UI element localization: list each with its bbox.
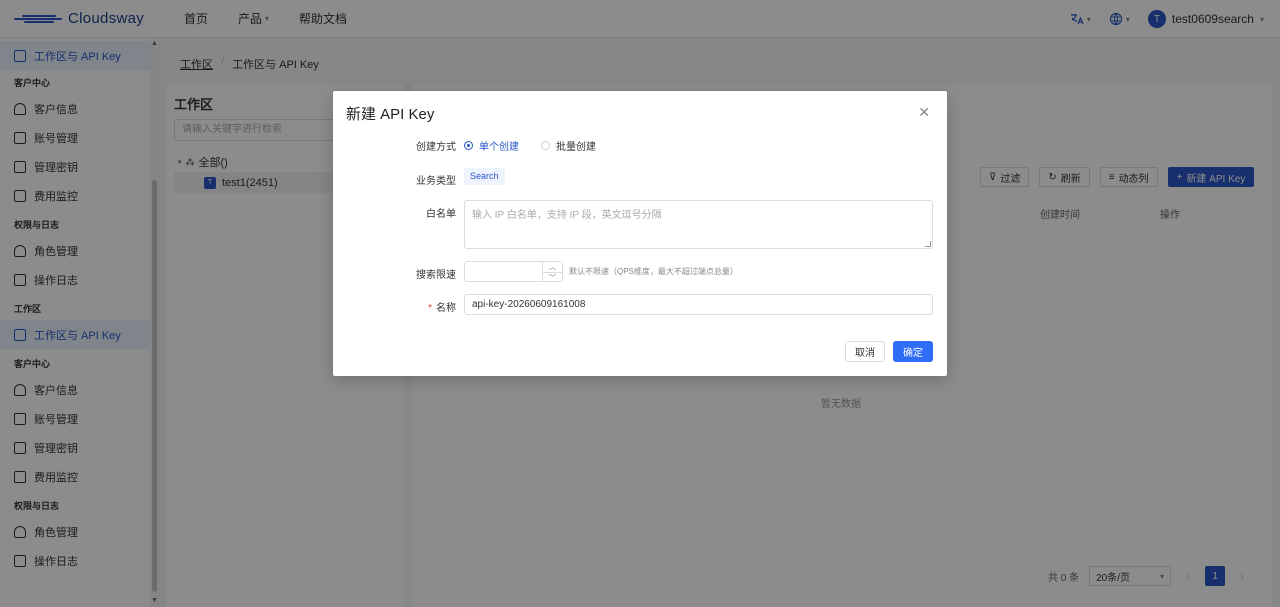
cancel-button[interactable]: 取消 (845, 341, 885, 362)
whitelist-placeholder: 输入 IP 白名单，支持 IP 段，英文逗号分隔 (472, 210, 662, 221)
radio-checked-icon (464, 141, 473, 150)
name-label-text: 名称 (436, 303, 456, 314)
close-icon[interactable]: ✕ (918, 104, 930, 121)
name-input[interactable]: api-key-20260609161008 (464, 294, 933, 315)
whitelist-textarea[interactable]: 输入 IP 白名单，支持 IP 段，英文逗号分隔 (464, 200, 933, 249)
confirm-button[interactable]: 确定 (893, 341, 933, 362)
whitelist-label: 白名单 (426, 209, 456, 220)
required-mark: * (428, 303, 432, 314)
biz-type-tag: Search (464, 168, 505, 185)
radio-unchecked-icon (541, 141, 550, 150)
rate-stepper[interactable]: ︿ ﹀ (464, 261, 563, 282)
chevron-down-icon[interactable]: ﹀ (543, 272, 562, 283)
new-apikey-dialog: 新建 API Key ✕ 创建方式 单个创建 批量创建 业务类型 Search … (333, 91, 947, 376)
rate-label: 搜索限速 (416, 270, 456, 281)
name-label: * 名称 (336, 299, 456, 314)
radio-batch[interactable]: 批量创建 (541, 138, 596, 153)
biz-type-label: 业务类型 (416, 176, 456, 187)
rate-hint: 默认不限速（QPS维度，最大不超过端点总量） (569, 267, 738, 276)
rate-value[interactable] (465, 262, 542, 281)
create-mode-radio-group: 单个创建 批量创建 (464, 138, 596, 153)
chevron-up-icon[interactable]: ︿ (543, 262, 562, 272)
radio-single[interactable]: 单个创建 (464, 138, 519, 153)
radio-label: 单个创建 (479, 142, 519, 153)
create-mode-label: 创建方式 (416, 142, 456, 153)
resize-handle-icon[interactable] (925, 241, 931, 247)
stepper-buttons: ︿ ﹀ (542, 262, 562, 283)
radio-label: 批量创建 (556, 142, 596, 153)
dialog-title: 新建 API Key (346, 106, 435, 123)
